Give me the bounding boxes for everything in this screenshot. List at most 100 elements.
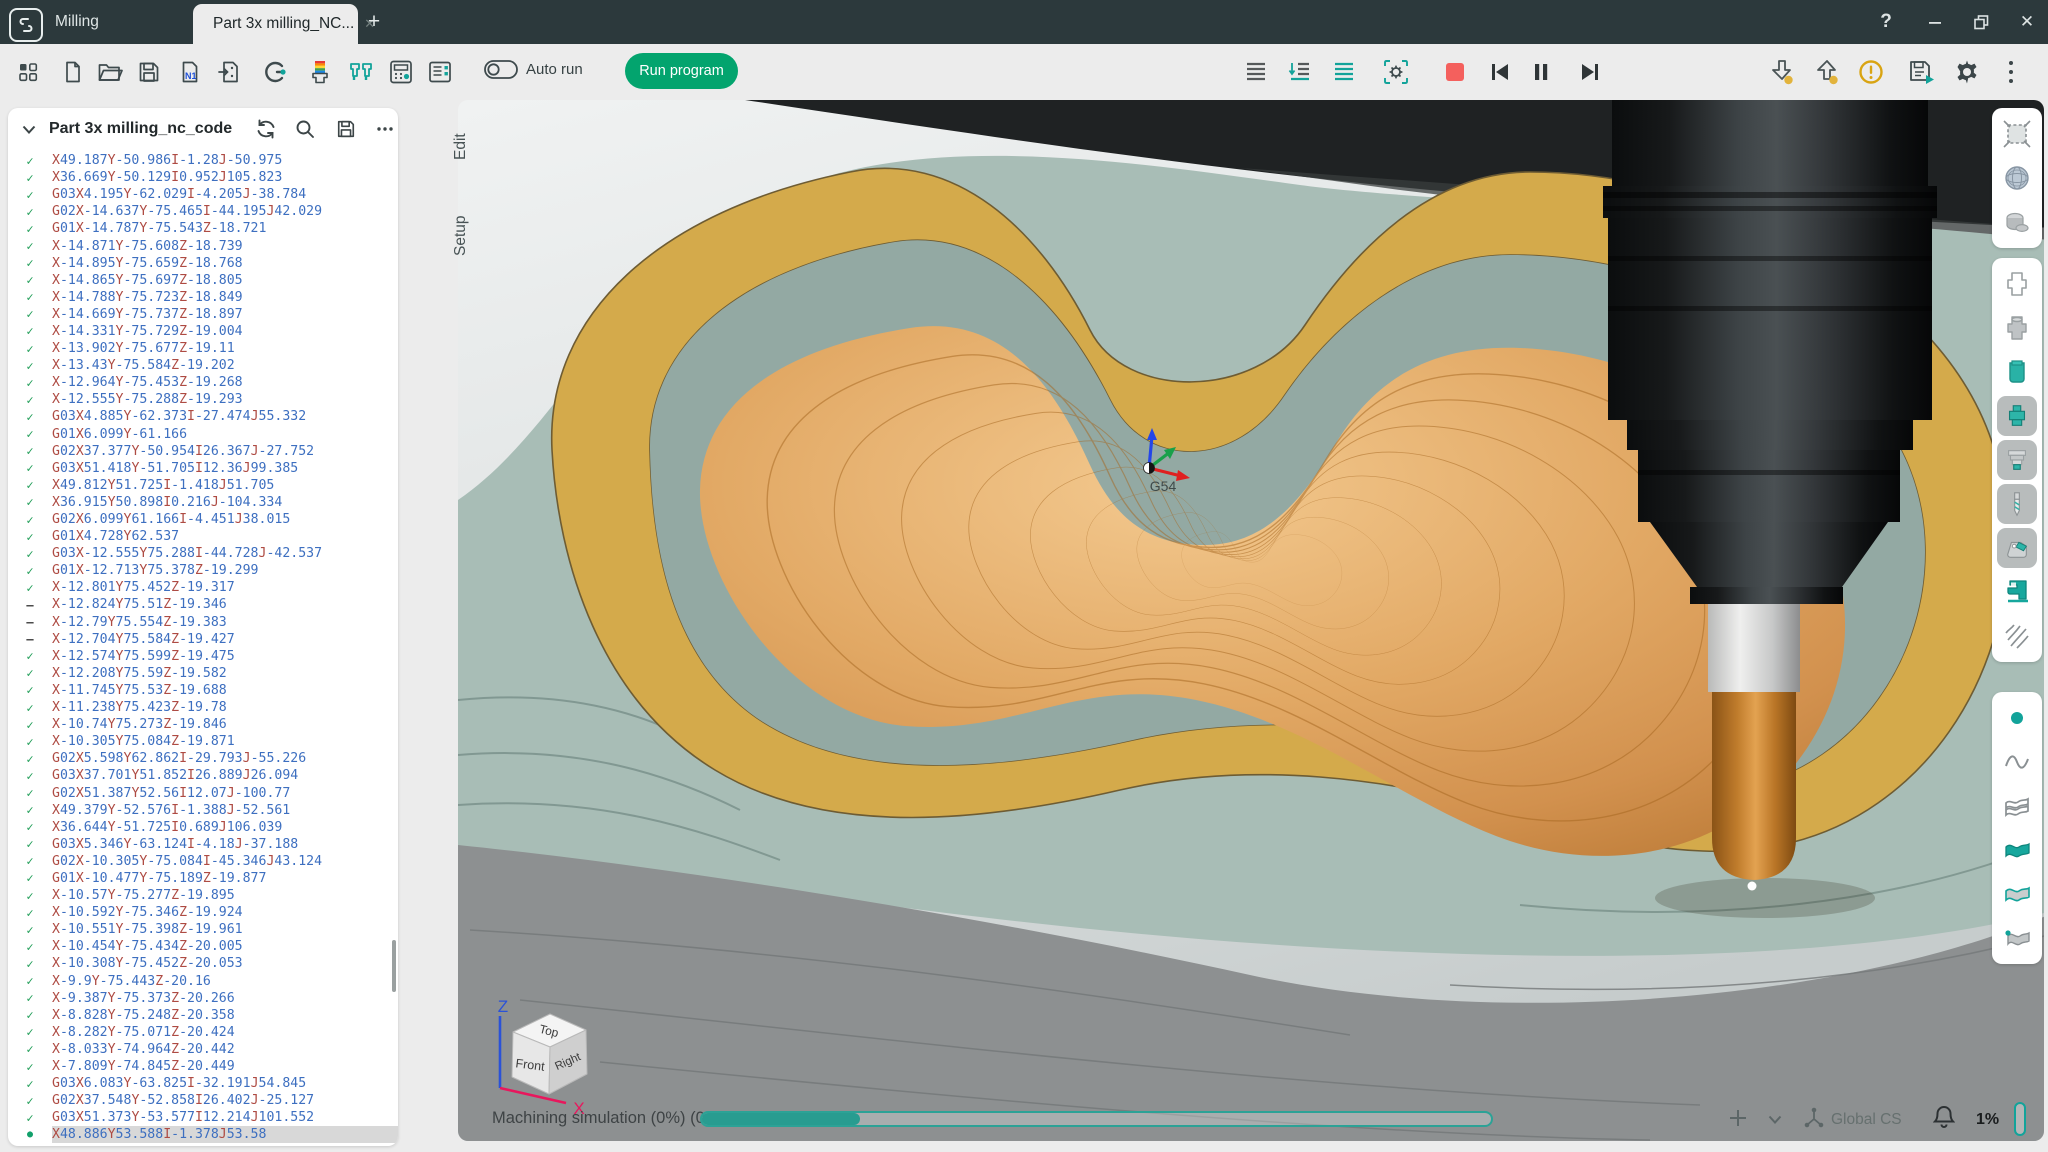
app-logo-icon[interactable] xyxy=(9,8,43,42)
refresh-program-button[interactable] xyxy=(252,114,279,144)
surfaces-all-button[interactable] xyxy=(1995,784,2039,828)
tools-button[interactable] xyxy=(344,55,378,89)
nc-code-row[interactable]: ✓X-14.865Y-75.697Z-18.805 xyxy=(8,272,398,289)
nc-code-row[interactable]: ✓G02X5.598Y62.862I-29.793J-55.226 xyxy=(8,750,398,767)
settings-button[interactable] xyxy=(1950,55,1984,89)
step-into-line-button[interactable] xyxy=(1283,55,1317,89)
gcode-settings-button[interactable] xyxy=(258,55,292,89)
nc-code-row[interactable]: ✓X-14.788Y-75.723Z-18.849 xyxy=(8,289,398,306)
nc-code-row[interactable]: ✓G01X4.728Y62.537 xyxy=(8,528,398,545)
new-file-button[interactable] xyxy=(56,55,90,89)
nc-code-row[interactable]: ✓X-14.669Y-75.737Z-18.897 xyxy=(8,306,398,323)
stock-solid-button[interactable] xyxy=(1995,350,2039,394)
workpiece-solid-button[interactable] xyxy=(1995,306,2039,350)
apps-grid-button[interactable] xyxy=(11,55,45,89)
nc-code-row[interactable]: ✓G02X37.377Y-50.954I26.367J-27.752 xyxy=(8,443,398,460)
nc-code-row[interactable]: ✓G03X51.373Y-53.577I12.214J101.552 xyxy=(8,1109,398,1126)
open-file-button[interactable] xyxy=(93,55,127,89)
overflow-menu-button[interactable] xyxy=(1994,55,2028,89)
nc-code-row[interactable]: ✓G03X37.701Y51.852I26.889J26.094 xyxy=(8,767,398,784)
fixture-button[interactable] xyxy=(1997,396,2037,436)
skip-to-start-button[interactable] xyxy=(1483,55,1517,89)
mesh-sphere-button[interactable] xyxy=(1995,156,2039,200)
upload-notifications-button[interactable] xyxy=(1810,55,1844,89)
nc-code-row[interactable]: ✓G01X-14.787Y-75.543Z-18.721 xyxy=(8,220,398,237)
nc-code-row[interactable]: ✓X-14.895Y-75.659Z-18.768 xyxy=(8,255,398,272)
warnings-button[interactable] xyxy=(1854,55,1888,89)
nc-code-row[interactable]: ✓X-10.305Y75.084Z-19.871 xyxy=(8,733,398,750)
panel-menu-button[interactable] xyxy=(371,114,398,144)
nc-code-row[interactable]: ✓X49.812Y51.725I-1.418J51.705 xyxy=(8,477,398,494)
nc-code-row[interactable]: ✓G03X-12.555Y75.288I-44.728J-42.537 xyxy=(8,545,398,562)
nc-code-row[interactable]: ✓X-10.454Y-75.434Z-20.005 xyxy=(8,938,398,955)
save-program-button[interactable] xyxy=(332,114,359,144)
nc-code-row[interactable]: ✓X-10.592Y-75.346Z-19.924 xyxy=(8,904,398,921)
nc-code-row[interactable]: ✓G01X-10.477Y-75.189Z-19.877 xyxy=(8,870,398,887)
nc-code-row[interactable]: ✓G02X6.099Y61.166I-4.451J38.015 xyxy=(8,511,398,528)
nc-code-row[interactable]: ✓X-10.57Y-75.277Z-19.895 xyxy=(8,887,398,904)
nc-code-row[interactable]: ✓X36.644Y-51.725I0.689J106.039 xyxy=(8,819,398,836)
tab-edit[interactable]: Edit xyxy=(452,126,482,168)
machine-button[interactable] xyxy=(384,55,418,89)
nc-code-row[interactable]: ✓X-8.828Y-75.248Z-20.358 xyxy=(8,1007,398,1024)
toolpath-display-button[interactable] xyxy=(1995,614,2039,658)
zoom-indicator[interactable] xyxy=(2014,1102,2026,1136)
nc-code-row[interactable]: ✓X-12.801Y75.452Z-19.317 xyxy=(8,579,398,596)
run-all-lines-button[interactable] xyxy=(1327,55,1361,89)
nc-code-row[interactable]: ✓X-11.238Y75.423Z-19.78 xyxy=(8,699,398,716)
run-program-button[interactable]: Run program xyxy=(625,53,738,89)
pause-button[interactable] xyxy=(1524,55,1558,89)
code-scrollbar[interactable] xyxy=(392,940,396,992)
nc-code-row[interactable]: ✓G01X6.099Y-61.166 xyxy=(8,426,398,443)
collapse-panel-button[interactable] xyxy=(16,114,43,144)
nc-code-row[interactable]: ✓G02X-14.637Y-75.465I-44.195J42.029 xyxy=(8,203,398,220)
help-button[interactable]: ? xyxy=(1869,0,1903,44)
nc-code-row[interactable]: ✓X-14.871Y-75.608Z-18.739 xyxy=(8,237,398,254)
skip-to-end-button[interactable] xyxy=(1573,55,1607,89)
panels-layout-button[interactable] xyxy=(423,55,457,89)
notifications-button[interactable] xyxy=(1930,1103,1958,1131)
holder-button[interactable] xyxy=(1997,440,2037,480)
nc-code-list[interactable]: ✓X49.187Y-50.986I-1.28J-50.975✓X36.669Y-… xyxy=(8,152,398,1143)
nc-code-row[interactable]: ✓G03X4.195Y-62.029I-4.205J-38.784 xyxy=(8,186,398,203)
machine-sim-button[interactable] xyxy=(1995,570,2039,614)
nc-code-row[interactable]: ✓X-12.555Y-75.288Z-19.293 xyxy=(8,391,398,408)
nc-code-row[interactable]: ✓X36.669Y-50.129I0.952J105.823 xyxy=(8,169,398,186)
nc-code-row[interactable]: ✓G03X6.083Y-63.825I-32.191J54.845 xyxy=(8,1075,398,1092)
machine-head-button[interactable] xyxy=(1997,528,2037,568)
tab-setup[interactable]: Setup xyxy=(452,208,482,264)
tab-document-active[interactable]: Part 3x milling_NC... ✕ xyxy=(193,4,358,44)
nc-code-row[interactable]: ✓X-13.902Y-75.677Z-19.11 xyxy=(8,340,398,357)
program-text-button[interactable] xyxy=(1239,55,1273,89)
nc-code-row[interactable]: ✓X49.379Y-52.576I-1.388J-52.561 xyxy=(8,802,398,819)
nc-code-row[interactable]: ✓X-12.964Y-75.453Z-19.268 xyxy=(8,374,398,391)
nc-code-row[interactable]: ✓X-8.033Y-74.964Z-20.442 xyxy=(8,1041,398,1058)
nc-code-row[interactable]: –X-12.824Y75.51Z-19.346 xyxy=(8,596,398,613)
cs-selector-label[interactable]: Global CS xyxy=(1831,1109,1902,1131)
nc-code-row[interactable]: –X-12.79Y75.554Z-19.383 xyxy=(8,614,398,631)
nc-code-row[interactable]: ✓X-14.331Y-75.729Z-19.004 xyxy=(8,323,398,340)
save-and-run-button[interactable] xyxy=(1905,55,1939,89)
tab-milling[interactable]: Milling xyxy=(46,0,193,44)
nc-program-file-button[interactable]: N1 xyxy=(173,55,207,89)
tool-button[interactable] xyxy=(1997,484,2037,524)
nc-code-row[interactable]: ✓X-10.551Y-75.398Z-19.961 xyxy=(8,921,398,938)
stop-button[interactable] xyxy=(1438,55,1472,89)
coordinate-system-button[interactable] xyxy=(1800,1104,1828,1132)
surface-blend-button[interactable] xyxy=(1995,872,2039,916)
tool-library-button[interactable] xyxy=(303,55,337,89)
nc-code-row[interactable]: ✓X-8.282Y-75.071Z-20.424 xyxy=(8,1024,398,1041)
search-in-program-button[interactable] xyxy=(291,114,318,144)
nc-code-row[interactable]: ✓X-12.208Y75.59Z-19.582 xyxy=(8,665,398,682)
add-cs-button[interactable] xyxy=(1724,1104,1752,1132)
nc-code-row[interactable]: ✓X-7.809Y-74.845Z-20.449 xyxy=(8,1058,398,1075)
auto-run-control[interactable]: Auto run xyxy=(484,60,583,79)
nc-code-row[interactable]: ✓X-13.43Y-75.584Z-19.202 xyxy=(8,357,398,374)
nc-code-row[interactable]: –X-12.704Y75.584Z-19.427 xyxy=(8,631,398,648)
cs-dropdown-button[interactable] xyxy=(1764,1108,1786,1130)
save-file-button[interactable] xyxy=(132,55,166,89)
import-program-button[interactable] xyxy=(213,55,247,89)
nc-code-row[interactable]: ✓G02X37.548Y-52.858I26.402J-25.127 xyxy=(8,1092,398,1109)
restore-button[interactable] xyxy=(1964,0,1998,44)
nc-code-row[interactable]: ✓X49.187Y-50.986I-1.28J-50.975 xyxy=(8,152,398,169)
